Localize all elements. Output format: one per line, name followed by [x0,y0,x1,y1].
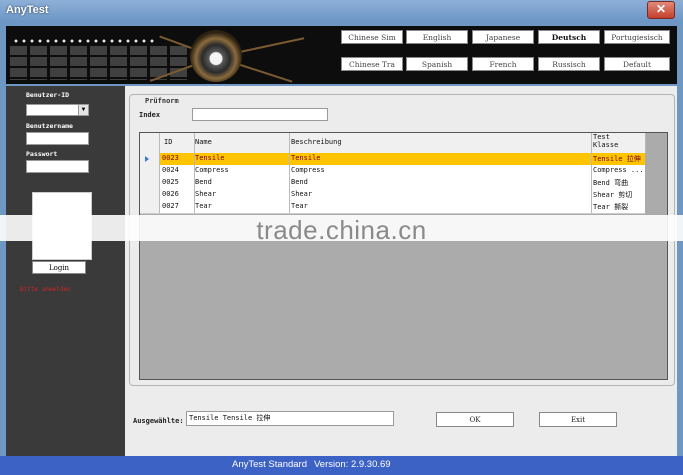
cell-desc: Shear [291,190,313,198]
lang-button-japanese[interactable]: Japanese [472,30,534,44]
index-input[interactable] [192,108,328,121]
col-header-id[interactable]: ID [164,138,172,146]
cell-name: Shear [195,190,217,198]
column-divider [645,133,646,153]
cell-id: 0023 [162,154,179,162]
cell-id: 0025 [162,178,179,186]
selected-label: Ausgewählte: [133,417,184,425]
col-header-desc[interactable]: Beschreibung [291,138,342,146]
password-label: Passwort [26,150,58,158]
row-selector[interactable] [140,189,160,201]
login-button[interactable]: Login [32,261,86,274]
window-title: AnyTest [6,4,49,16]
lang-button-chinese-tra[interactable]: Chinese Tra [341,57,403,71]
title-bar: AnyTest ✕ [0,0,683,22]
cell-class: Tensile 拉伸 [593,155,641,163]
column-divider [289,133,290,213]
lang-button-spanish[interactable]: Spanish [406,57,468,71]
cell-id: 0024 [162,166,179,174]
status-bar: AnyTest Standard Version: 2.9.30.69 [0,456,683,475]
cell-class: Shear 剪切 [593,191,633,199]
row-header-corner [140,133,160,153]
standards-table: ID Name Beschreibung Test Klasse 0023 Te… [139,132,668,380]
table-row[interactable]: 0027 Tear Tear Tear 撕裂 [140,201,645,214]
status-app-name: AnyTest Standard [232,459,307,470]
header-banner: Chinese Sim English Japanese Deutsch Por… [6,26,677,84]
close-button[interactable]: ✕ [647,1,675,19]
cell-name: Tear [195,202,212,210]
column-divider [591,133,592,213]
watermark: trade.china.cn [256,215,427,245]
lang-button-french[interactable]: French [472,57,534,71]
lang-button-default[interactable]: Default [604,57,670,71]
lang-button-russisch[interactable]: Russisch [538,57,600,71]
table-header: ID Name Beschreibung Test Klasse [140,133,645,154]
status-version: Version: 2.9.30.69 [314,459,391,470]
row-selector[interactable] [140,177,160,189]
lang-button-portugiesisch[interactable]: Portugiesisch [604,30,670,44]
exit-button[interactable]: Exit [539,412,617,427]
cell-class: Tear 撕裂 [593,203,629,211]
password-field[interactable] [26,160,89,173]
col-header-name[interactable]: Name [195,138,212,146]
lang-button-chinese-sim[interactable]: Chinese Sim [341,30,403,44]
user-id-select[interactable]: ▼ [26,104,89,116]
col-header-class[interactable]: Test Klasse [593,133,638,149]
user-id-label: Benutzer-ID [26,91,70,99]
app-window: AnyTest ✕ Chinese Sim English Japanese D… [0,0,683,475]
cell-desc: Tensile [291,154,321,162]
chevron-down-icon[interactable]: ▼ [78,105,88,115]
row-selector[interactable] [140,153,160,165]
column-divider [194,133,195,213]
decor-dots [12,39,157,43]
cell-name: Tensile [195,154,225,162]
table-row[interactable]: 0023 Tensile Tensile Tensile 拉伸 [140,153,645,165]
index-label: Index [139,111,161,119]
lang-button-english[interactable]: English [406,30,468,44]
login-panel: Benutzer-ID ▼ Benutzername Passwort Logi… [6,86,125,456]
row-selector[interactable] [140,165,160,177]
selected-standard-field[interactable]: Tensile Tensile 拉伸 [186,411,394,426]
cell-name: Compress [195,166,229,174]
cell-class: Bend 弯曲 [593,179,629,187]
ok-button[interactable]: OK [436,412,514,427]
cell-desc: Tear [291,202,308,210]
cell-desc: Compress [291,166,325,174]
login-warning: Bitte anmelden [20,286,71,293]
cell-desc: Bend [291,178,308,186]
cell-class: Compress ... [593,166,644,174]
cell-id: 0026 [162,190,179,198]
username-field[interactable] [26,132,89,145]
row-selector[interactable] [140,201,160,213]
logo-eye-icon [190,30,242,82]
group-title: Prüfnorm [142,97,182,105]
lang-button-deutsch[interactable]: Deutsch [538,30,600,44]
username-label: Benutzername [26,122,73,130]
cell-name: Bend [195,178,212,186]
cell-id: 0027 [162,202,179,210]
current-row-arrow-icon [145,156,149,162]
